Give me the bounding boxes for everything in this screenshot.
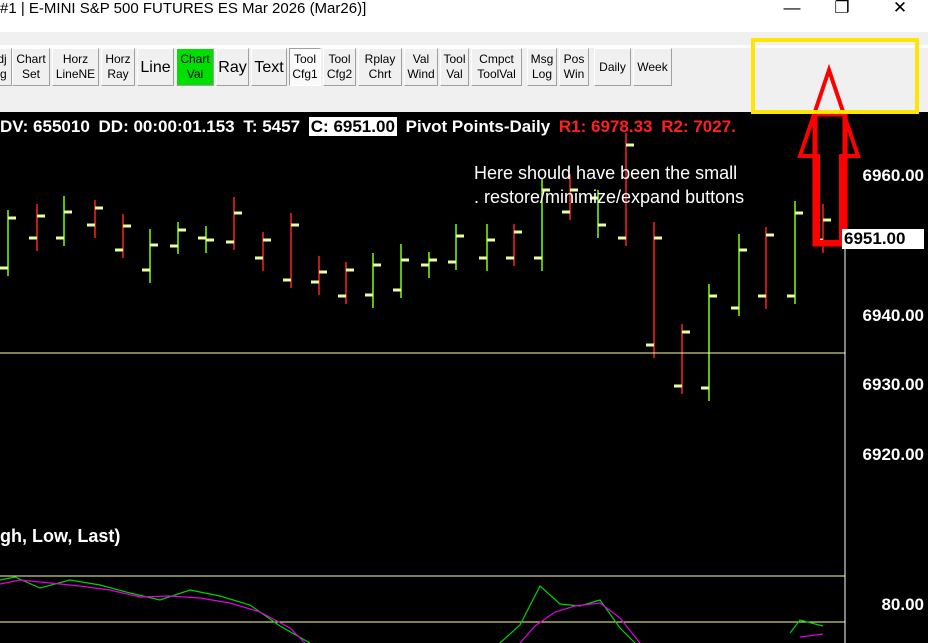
price-bar (311, 256, 327, 295)
price-bar (56, 196, 72, 246)
price-label-6920: 6920.00 (862, 445, 924, 464)
study-label: gh, Low, Last) (0, 526, 121, 546)
price-bar (87, 200, 103, 238)
oscillator-line-green (0, 576, 311, 643)
price-label-current: 6951.00 (842, 229, 924, 249)
chart-header: DV: 655010 DD: 00:00:01.153 T: 5457 C: 6… (0, 116, 740, 138)
study-name: Pivot Points-Daily (405, 117, 551, 136)
price-bar (115, 214, 131, 258)
price-bar (479, 224, 495, 271)
r1-readout: R1: 6978.33 (558, 117, 653, 136)
price-bar (338, 262, 354, 304)
price-bar (198, 226, 214, 253)
price-bar (506, 224, 522, 266)
price-bar (365, 253, 381, 308)
dv-readout: DV: 655010 (0, 117, 90, 136)
price-label-6930: 6930.00 (862, 375, 924, 394)
price-bar (646, 222, 662, 358)
price-bar (283, 213, 299, 288)
missing-buttons-highlight (751, 38, 919, 114)
price-bar (170, 222, 186, 254)
t-readout: T: 5457 (243, 117, 301, 136)
dd-readout: DD: 00:00:01.153 (98, 117, 235, 136)
price-bar (421, 252, 437, 278)
price-bar (142, 229, 158, 283)
annotation-note: Here should have been the small . restor… (474, 163, 745, 207)
price-bar (787, 201, 803, 304)
oscillator-segment (799, 633, 824, 638)
price-bar (701, 284, 717, 401)
price-bar (0, 210, 16, 276)
oscillator-segment (519, 602, 641, 643)
oscillator-label-80: 80.00 (881, 595, 924, 614)
price-label-6960: 6960.00 (862, 166, 924, 185)
price-bar (255, 232, 271, 271)
price-bar (393, 244, 409, 298)
price-bar (448, 224, 464, 270)
r2-readout: R2: 7027. (661, 117, 736, 136)
price-bar (758, 227, 774, 309)
close-readout: C: 6951.00 (308, 117, 397, 136)
price-bar (29, 204, 45, 251)
price-label-6940: 6940.00 (862, 306, 924, 325)
price-bar (674, 324, 690, 394)
price-bar (226, 197, 242, 250)
oscillator-line-magenta (0, 579, 306, 643)
price-bar (731, 234, 747, 316)
